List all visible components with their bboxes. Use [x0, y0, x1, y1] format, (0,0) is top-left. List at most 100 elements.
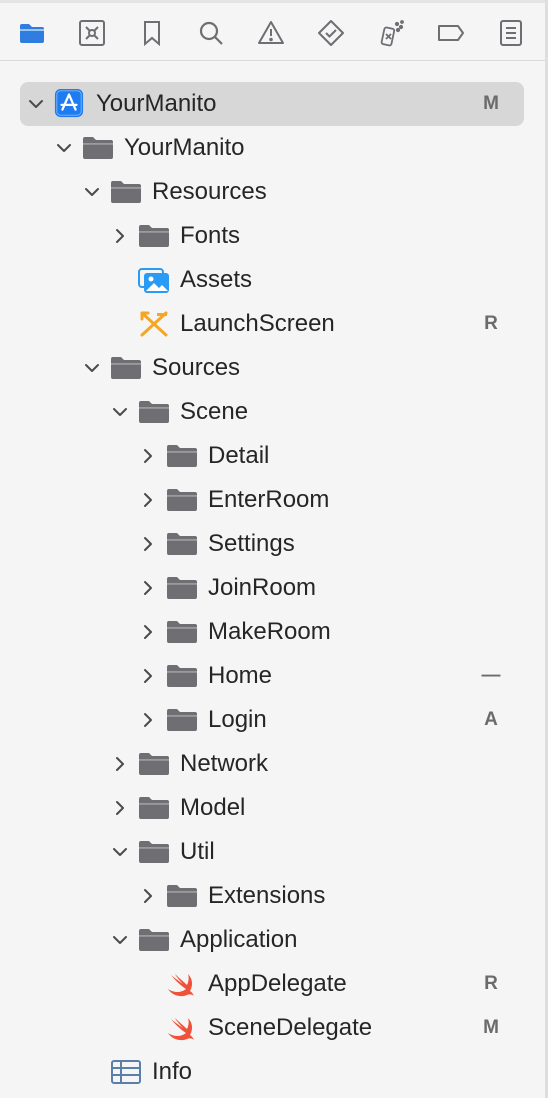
tree-row-label: YourManito	[124, 134, 245, 161]
chevron-right-icon[interactable]	[138, 490, 158, 510]
folder-icon	[138, 794, 170, 822]
tree-row-scenedelegate[interactable]: SceneDelegate M	[0, 1006, 545, 1050]
tree-row-model[interactable]: Model	[0, 786, 545, 830]
tree-row-login[interactable]: Login A	[0, 698, 545, 742]
chevron-right-icon[interactable]	[138, 666, 158, 686]
chevron-right-icon[interactable]	[110, 226, 130, 246]
tree-row-network[interactable]: Network	[0, 742, 545, 786]
plist-icon	[110, 1058, 142, 1086]
bookmark-icon	[138, 19, 166, 47]
folder-icon	[18, 19, 46, 47]
tree-row-label: Home	[208, 662, 273, 689]
breakpoint-icon	[437, 19, 465, 47]
warning-navigator-button[interactable]	[251, 13, 291, 53]
folder-icon	[166, 574, 198, 602]
search-icon	[197, 19, 225, 47]
tree-row-sources[interactable]: Sources	[0, 346, 545, 390]
chevron-down-icon[interactable]	[110, 402, 130, 422]
tree-row-label: Assets	[180, 266, 253, 293]
folder-icon	[138, 750, 170, 778]
search-navigator-button[interactable]	[191, 13, 231, 53]
chevron-down-icon[interactable]	[54, 138, 74, 158]
debug-navigator-button[interactable]	[371, 13, 411, 53]
tree-row-fonts[interactable]: Fonts	[0, 214, 545, 258]
folder-icon	[166, 706, 198, 734]
folder-navigator-button[interactable]	[12, 13, 52, 53]
source-control-status-badge: R	[484, 313, 498, 334]
folder-icon	[166, 618, 198, 646]
navigator-toolbar	[0, 0, 545, 61]
chevron-right-icon[interactable]	[138, 710, 158, 730]
folder-icon	[110, 178, 142, 206]
folder-icon	[138, 838, 170, 866]
tree-row-application[interactable]: Application	[0, 918, 545, 962]
tree-row-label: Detail	[208, 442, 270, 469]
tree-row-assets[interactable]: Assets	[0, 258, 545, 302]
chevron-right-icon[interactable]	[110, 754, 130, 774]
tree-row-util[interactable]: Util	[0, 830, 545, 874]
folder-icon	[82, 134, 114, 162]
folder-icon	[110, 354, 142, 382]
chevron-right-icon[interactable]	[138, 578, 158, 598]
folder-icon	[166, 442, 198, 470]
chevron-right-icon[interactable]	[110, 798, 130, 818]
source-control-status-badge: A	[484, 709, 498, 730]
tree-row-label: Util	[180, 838, 215, 865]
tree-row-label: Login	[208, 706, 267, 733]
folder-icon	[166, 662, 198, 690]
tree-row-launchscreen[interactable]: LaunchScreen R	[0, 302, 545, 346]
tree-row-makeroom[interactable]: MakeRoom	[0, 610, 545, 654]
tree-row-home[interactable]: Home —	[0, 654, 545, 698]
tree-row-label: Fonts	[180, 222, 241, 249]
tree-row-label: Network	[180, 750, 269, 777]
chevron-down-icon[interactable]	[110, 842, 130, 862]
tree-row-info[interactable]: Info	[0, 1050, 545, 1094]
source-control-status-badge: R	[484, 973, 498, 994]
tree-row-label: Settings	[208, 530, 295, 557]
tree-row-label: YourManito	[96, 90, 217, 117]
tree-row-extensions[interactable]: Extensions	[0, 874, 545, 918]
tree-row-label: MakeRoom	[208, 618, 331, 645]
tree-row-yourmanito[interactable]: YourManito	[0, 126, 545, 170]
tree-row-label: Extensions	[208, 882, 326, 909]
bookmark-navigator-button[interactable]	[132, 13, 172, 53]
chevron-down-icon[interactable]	[82, 182, 102, 202]
tree-row-label: EnterRoom	[208, 486, 330, 513]
tree-row-label: AppDelegate	[208, 970, 347, 997]
tree-row-settings[interactable]: Settings	[0, 522, 545, 566]
chevron-right-icon[interactable]	[138, 886, 158, 906]
test-navigator-button[interactable]	[311, 13, 351, 53]
xcode-project-icon	[54, 88, 84, 118]
source-control-navigator-button[interactable]	[72, 13, 112, 53]
swift-file-icon	[166, 1014, 198, 1042]
folder-icon	[166, 486, 198, 514]
folder-icon	[138, 222, 170, 250]
tree-row-label: SceneDelegate	[208, 1014, 373, 1041]
report-navigator-button[interactable]	[491, 13, 531, 53]
tree-row-joinroom[interactable]: JoinRoom	[0, 566, 545, 610]
tree-row-enterroom[interactable]: EnterRoom	[0, 478, 545, 522]
folder-icon	[166, 530, 198, 558]
tree-row-appdelegate[interactable]: AppDelegate R	[0, 962, 545, 1006]
tree-row-resources[interactable]: Resources	[0, 170, 545, 214]
chevron-right-icon[interactable]	[138, 534, 158, 554]
tree-row-scene[interactable]: Scene	[0, 390, 545, 434]
folder-icon	[138, 926, 170, 954]
tree-row-detail[interactable]: Detail	[0, 434, 545, 478]
chevron-down-icon[interactable]	[26, 94, 46, 114]
chevron-right-icon[interactable]	[138, 622, 158, 642]
chevron-down-icon[interactable]	[110, 930, 130, 950]
chevron-right-icon[interactable]	[138, 446, 158, 466]
warning-icon	[257, 19, 285, 47]
folder-icon	[166, 882, 198, 910]
tree-row-yourmanito[interactable]: YourManito M	[0, 82, 545, 126]
test-icon	[317, 19, 345, 47]
breakpoint-navigator-button[interactable]	[431, 13, 471, 53]
chevron-down-icon[interactable]	[82, 358, 102, 378]
folder-icon	[138, 398, 170, 426]
debug-icon	[377, 19, 405, 47]
source-control-status-badge: M	[483, 1017, 499, 1038]
report-icon	[497, 19, 525, 47]
storyboard-icon	[138, 310, 170, 338]
tree-row-label: Resources	[152, 178, 267, 205]
